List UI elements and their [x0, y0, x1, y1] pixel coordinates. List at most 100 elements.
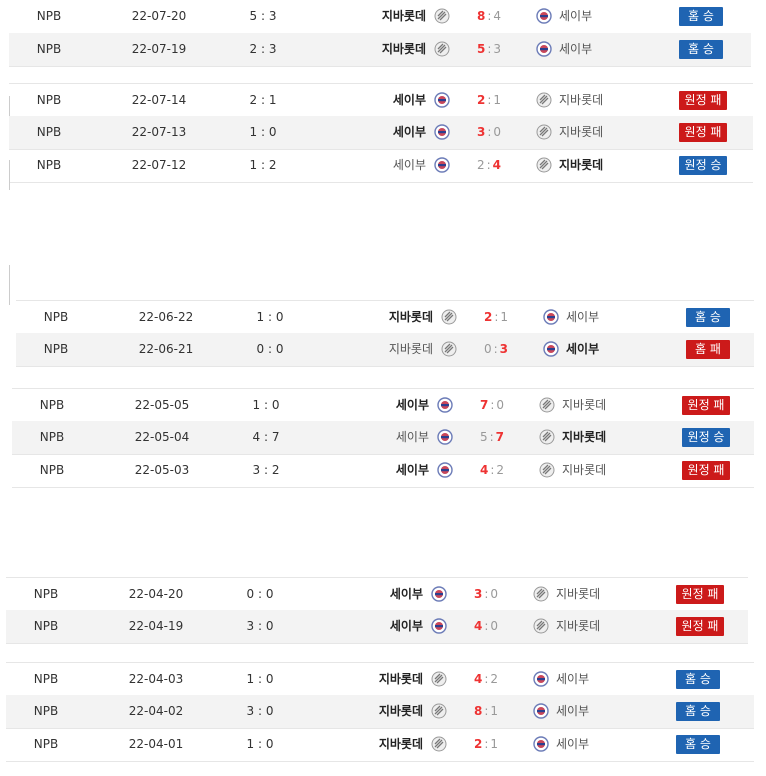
league-label: NPB — [36, 93, 62, 107]
league-label: NPB — [43, 310, 69, 324]
home-team-name[interactable]: 세이부 — [316, 149, 426, 182]
away-team-name[interactable]: 지바롯데 — [559, 149, 669, 182]
half-time-score: 1 : 0 — [246, 672, 274, 686]
lotte-logo-icon — [441, 309, 457, 325]
match-row[interactable]: NPB 22-05-05 1 : 0 세이부 7:0 지바롯데 원정 패 — [12, 388, 754, 423]
seibu-logo-icon — [434, 92, 450, 108]
home-team-name[interactable]: 지바롯데 — [316, 33, 426, 66]
away-team-name[interactable]: 세이부 — [556, 663, 666, 696]
away-team-name[interactable]: 세이부 — [559, 33, 669, 66]
seibu-logo-icon — [536, 8, 552, 24]
half-time-score: 0 : 0 — [246, 587, 274, 601]
match-row[interactable]: NPB 22-05-04 4 : 7 세이부 5:7 지바롯데 원정 승 — [12, 421, 754, 455]
match-date: 22-07-14 — [131, 93, 187, 107]
home-team-name[interactable]: 세이부 — [319, 389, 429, 422]
match-date: 22-04-02 — [128, 704, 184, 718]
away-team-name[interactable]: 지바롯데 — [559, 84, 669, 117]
half-time-score: 3 : 0 — [246, 704, 274, 718]
seibu-logo-icon — [536, 41, 552, 57]
lotte-logo-icon — [539, 397, 555, 413]
half-time-score: 0 : 0 — [256, 342, 284, 356]
match-date: 22-05-04 — [134, 430, 190, 444]
away-team-name[interactable]: 지바롯데 — [562, 421, 672, 454]
home-team-name[interactable]: 세이부 — [313, 578, 423, 611]
final-score: 2:1 — [466, 84, 512, 117]
home-team-name[interactable]: 세이부 — [316, 116, 426, 149]
final-score: 3:0 — [466, 116, 512, 149]
match-date: 22-07-20 — [131, 9, 187, 23]
lotte-logo-icon — [441, 341, 457, 357]
match-row[interactable]: NPB 22-05-03 3 : 2 세이부 4:2 지바롯데 원정 패 — [12, 454, 754, 488]
final-score: 2:1 — [473, 301, 519, 334]
league-label: NPB — [36, 9, 62, 23]
match-row[interactable]: NPB 22-04-19 3 : 0 세이부 4:0 지바롯데 원정 패 — [6, 610, 748, 644]
away-team-name[interactable]: 세이부 — [559, 0, 669, 33]
lotte-logo-icon — [536, 157, 552, 173]
seibu-logo-icon — [434, 157, 450, 173]
half-time-score: 4 : 7 — [252, 430, 280, 444]
home-team-name[interactable]: 세이부 — [313, 610, 423, 643]
away-score: 4 — [493, 9, 502, 23]
away-score: 2 — [490, 672, 499, 686]
match-row[interactable]: NPB 22-07-14 2 : 1 세이부 2:1 지바롯데 원정 패 — [9, 83, 753, 118]
home-score: 5 — [479, 430, 488, 444]
home-team-name[interactable]: 지바롯데 — [313, 728, 423, 761]
seibu-logo-icon — [437, 397, 453, 413]
match-date: 22-04-03 — [128, 672, 184, 686]
league-label: NPB — [39, 398, 65, 412]
lotte-logo-icon — [536, 124, 552, 140]
seibu-logo-icon — [533, 736, 549, 752]
final-score: 7:0 — [469, 389, 515, 422]
home-team-name[interactable]: 지바롯데 — [323, 301, 433, 334]
league-label: NPB — [33, 737, 59, 751]
result-badge: 원정 패 — [676, 617, 724, 636]
away-team-name[interactable]: 지바롯데 — [556, 610, 666, 643]
match-date: 22-04-19 — [128, 619, 184, 633]
away-team-name[interactable]: 지바롯데 — [556, 578, 666, 611]
away-score: 0 — [490, 587, 499, 601]
away-score: 2 — [496, 463, 505, 477]
half-time-score: 3 : 2 — [252, 463, 280, 477]
match-row[interactable]: NPB 22-07-20 5 : 3 지바롯데 8:4 세이부 홈 승 — [9, 0, 751, 34]
result-badge: 홈 패 — [686, 340, 730, 359]
home-team-name[interactable]: 세이부 — [319, 454, 429, 487]
away-team-name[interactable]: 지바롯데 — [559, 116, 669, 149]
final-score: 4:2 — [463, 663, 509, 696]
away-team-name[interactable]: 지바롯데 — [562, 389, 672, 422]
away-score: 0 — [490, 619, 499, 633]
away-team-name[interactable]: 세이부 — [556, 695, 666, 728]
home-team-name[interactable]: 지바롯데 — [316, 0, 426, 33]
match-row[interactable]: NPB 22-06-21 0 : 0 지바롯데 0:3 세이부 홈 패 — [16, 333, 754, 367]
match-row[interactable]: NPB 22-04-01 1 : 0 지바롯데 2:1 세이부 홈 승 — [6, 728, 754, 762]
match-row[interactable]: NPB 22-04-02 3 : 0 지바롯데 8:1 세이부 홈 승 — [6, 695, 754, 729]
lotte-logo-icon — [431, 736, 447, 752]
home-team-name[interactable]: 지바롯데 — [313, 695, 423, 728]
away-team-name[interactable]: 세이부 — [566, 333, 676, 366]
away-team-name[interactable]: 세이부 — [556, 728, 666, 761]
league-label: NPB — [33, 672, 59, 686]
away-score: 0 — [496, 398, 505, 412]
home-team-name[interactable]: 지바롯데 — [313, 663, 423, 696]
away-score: 1 — [490, 704, 499, 718]
result-badge: 원정 패 — [679, 123, 727, 142]
final-score: 5:7 — [469, 421, 515, 454]
home-team-name[interactable]: 지바롯데 — [323, 333, 433, 366]
home-team-name[interactable]: 세이부 — [319, 421, 429, 454]
away-team-name[interactable]: 지바롯데 — [562, 454, 672, 487]
match-row[interactable]: NPB 22-07-12 1 : 2 세이부 2:4 지바롯데 원정 승 — [9, 149, 753, 183]
match-row[interactable]: NPB 22-04-20 0 : 0 세이부 3:0 지바롯데 원정 패 — [6, 577, 748, 612]
away-team-name[interactable]: 세이부 — [566, 301, 676, 334]
score-separator: : — [489, 430, 494, 444]
final-score: 3:0 — [463, 578, 509, 611]
seibu-logo-icon — [533, 671, 549, 687]
home-team-name[interactable]: 세이부 — [316, 84, 426, 117]
match-date: 22-07-12 — [131, 158, 187, 172]
match-row[interactable]: NPB 22-07-19 2 : 3 지바롯데 5:3 세이부 홈 승 — [9, 33, 751, 67]
match-row[interactable]: NPB 22-04-03 1 : 0 지바롯데 4:2 세이부 홈 승 — [6, 662, 754, 697]
league-label: NPB — [33, 619, 59, 633]
divider — [9, 265, 10, 305]
result-badge: 홈 승 — [676, 702, 720, 721]
match-row[interactable]: NPB 22-07-13 1 : 0 세이부 3:0 지바롯데 원정 패 — [9, 116, 753, 150]
match-row[interactable]: NPB 22-06-22 1 : 0 지바롯데 2:1 세이부 홈 승 — [16, 300, 754, 335]
away-score: 3 — [493, 42, 502, 56]
